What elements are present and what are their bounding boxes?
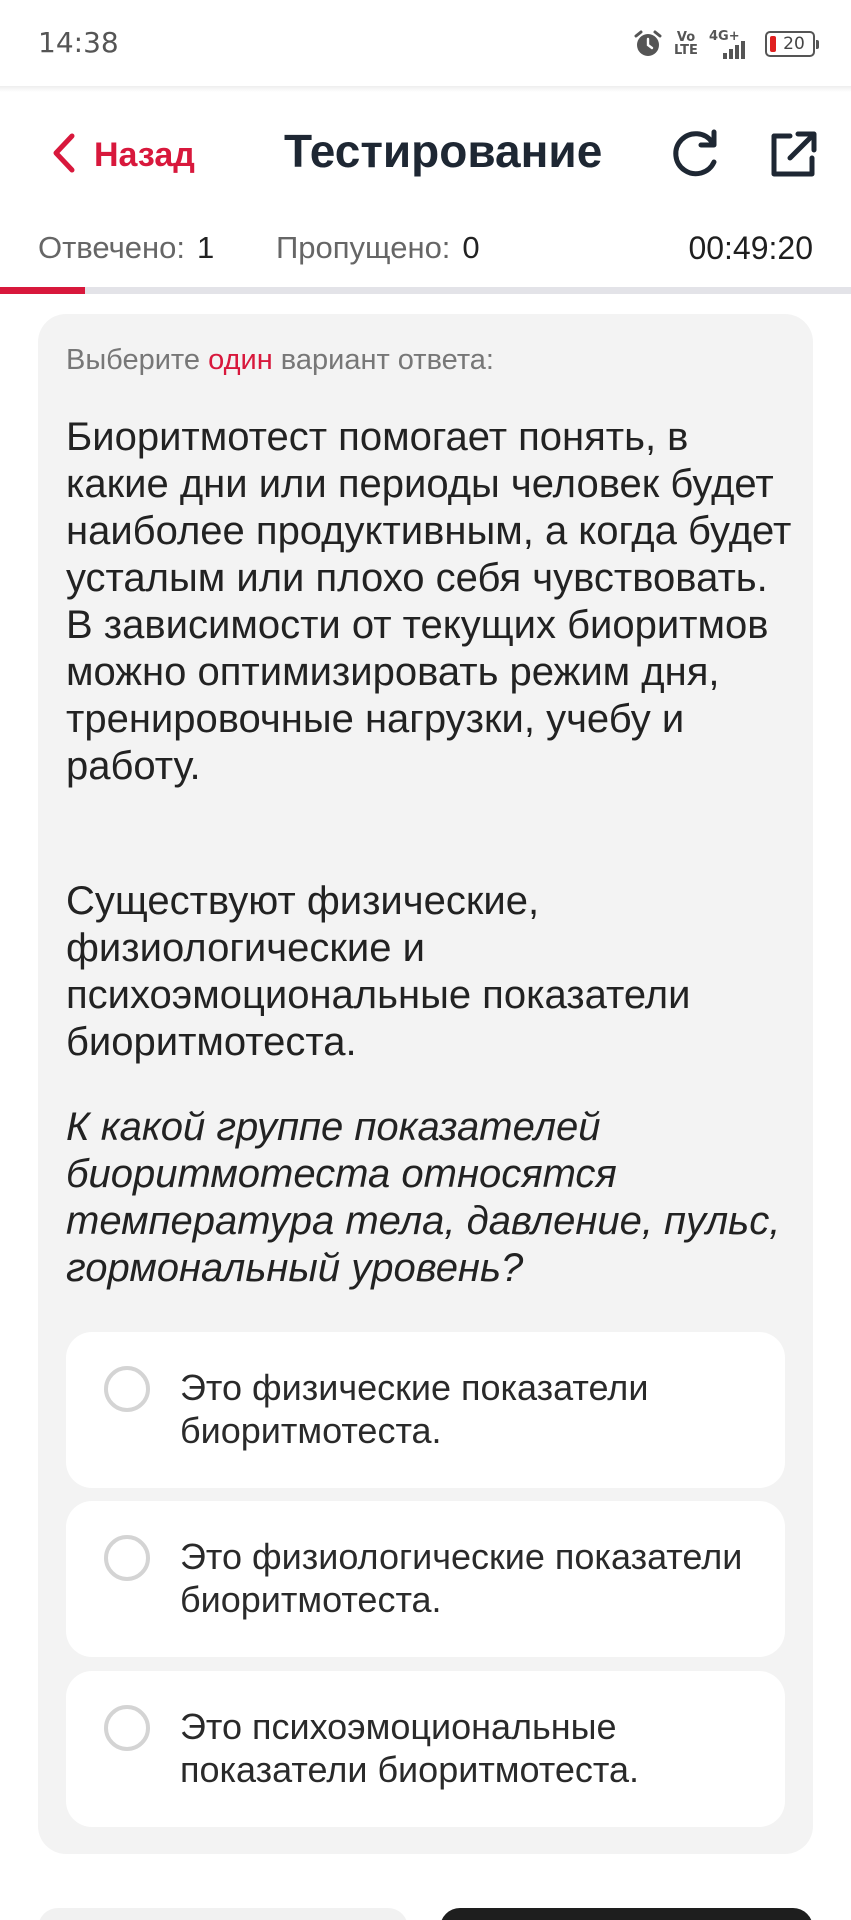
alarm-icon bbox=[633, 29, 663, 59]
answer-option[interactable]: Это психоэмоциональные показатели биорит… bbox=[66, 1671, 785, 1827]
skip-button[interactable] bbox=[38, 1908, 408, 1920]
question-paragraph: Существуют физические, физиологические и… bbox=[66, 879, 691, 1064]
back-button[interactable]: Назад bbox=[50, 128, 195, 182]
question-paragraph: Биоритмотест помогает понять, в какие дн… bbox=[66, 415, 792, 788]
page-title: Тестирование bbox=[284, 125, 603, 177]
timer: 00:49:20 bbox=[688, 230, 813, 266]
skipped-stat: Пропущено: 0 bbox=[276, 230, 480, 266]
status-bar: 14:38 Vo LTE 4G+ 20 bbox=[0, 0, 851, 86]
answered-stat: Отвечено: 1 bbox=[38, 230, 214, 266]
back-label: Назад bbox=[94, 135, 195, 174]
instruction-accent: один bbox=[208, 344, 273, 376]
progress-bar bbox=[0, 287, 851, 294]
instruction-suffix: вариант ответа: bbox=[272, 344, 494, 376]
answer-option-label: Это психоэмоциональные показатели биорит… bbox=[180, 1706, 639, 1790]
battery-icon: 20 bbox=[765, 31, 819, 57]
refresh-icon[interactable] bbox=[668, 128, 722, 182]
question-card: Выберите один вариант ответа: Биоритмоте… bbox=[38, 314, 813, 1854]
skipped-label: Пропущено: bbox=[276, 230, 451, 265]
answer-option[interactable]: Это физиологические показатели биоритмот… bbox=[66, 1501, 785, 1657]
instruction-prefix: Выберите bbox=[66, 344, 209, 376]
answer-button[interactable] bbox=[440, 1908, 813, 1920]
status-divider bbox=[0, 86, 851, 92]
answer-option-label: Это физические показатели биоритмотеста. bbox=[180, 1367, 649, 1451]
answered-count: 1 bbox=[197, 230, 215, 265]
radio-button[interactable] bbox=[104, 1705, 150, 1751]
radio-button[interactable] bbox=[104, 1535, 150, 1581]
share-icon[interactable] bbox=[766, 128, 820, 182]
progress-fill bbox=[0, 287, 86, 294]
test-stats: Отвечено: 1 Пропущено: 0 00:49:20 bbox=[0, 226, 851, 276]
status-icons: Vo LTE 4G+ 20 bbox=[633, 24, 819, 64]
signal-icon: 4G+ bbox=[709, 29, 755, 59]
status-time: 14:38 bbox=[38, 26, 119, 59]
instruction-text: Выберите один вариант ответа: bbox=[66, 344, 494, 377]
radio-button[interactable] bbox=[104, 1366, 150, 1412]
answer-option-label: Это физиологические показатели биоритмот… bbox=[180, 1536, 743, 1620]
question-prompt: К какой группе показателей биоритмотеста… bbox=[66, 1105, 781, 1290]
app-header: Назад Тестирование bbox=[0, 110, 851, 200]
volte-icon: Vo LTE bbox=[674, 30, 698, 58]
answer-option[interactable]: Это физические показатели биоритмотеста. bbox=[66, 1332, 785, 1488]
battery-level: 20 bbox=[783, 34, 805, 54]
chevron-left-icon bbox=[50, 132, 76, 178]
skipped-count: 0 bbox=[462, 230, 480, 265]
answered-label: Отвечено: bbox=[38, 230, 186, 265]
